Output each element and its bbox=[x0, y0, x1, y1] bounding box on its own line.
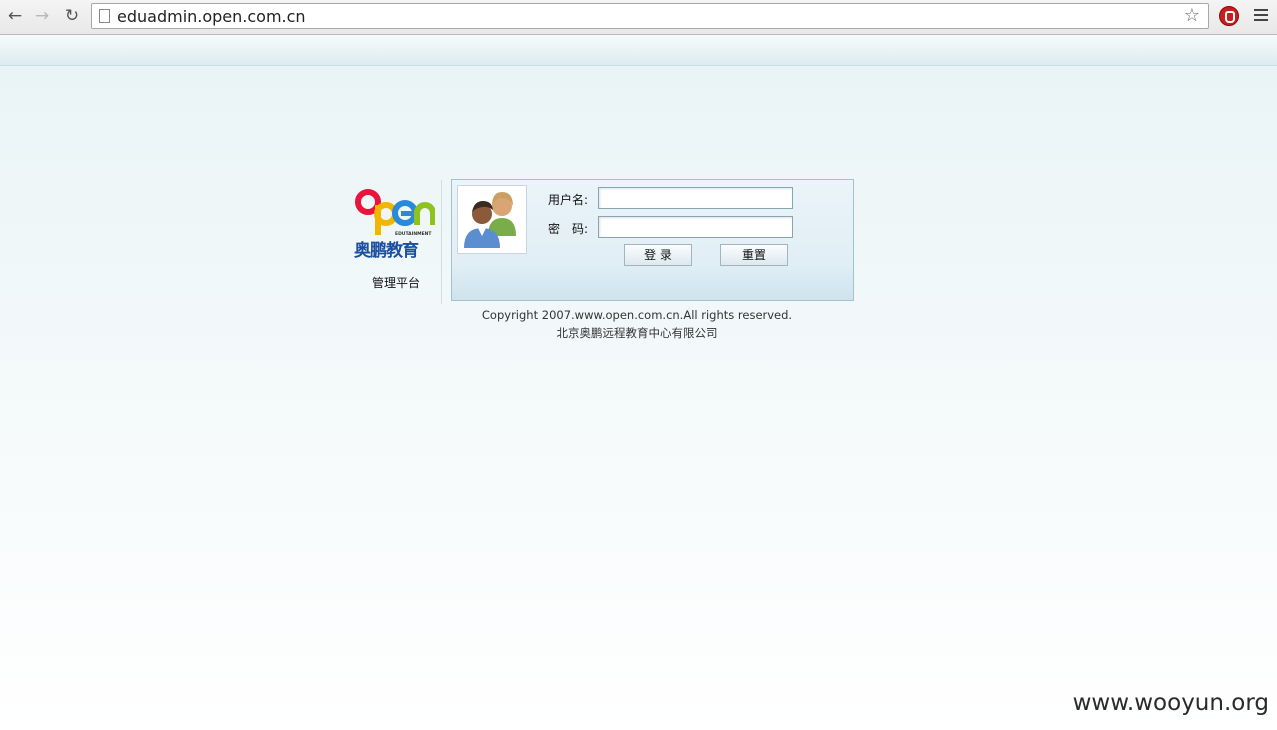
password-label: 密 码: bbox=[548, 222, 589, 236]
browser-toolbar: ← → ↻ eduadmin.open.com.cn ☆ bbox=[0, 0, 1277, 35]
username-input[interactable] bbox=[598, 187, 793, 209]
copyright-text: Copyright 2007.www.open.com.cn.All right… bbox=[481, 308, 793, 322]
watermark-text: www.wooyun.org bbox=[1072, 690, 1269, 716]
vertical-divider bbox=[441, 180, 442, 304]
footer: Copyright 2007.www.open.com.cn.All right… bbox=[451, 306, 823, 342]
login-button[interactable]: 登 录 bbox=[624, 244, 692, 266]
page-header-strip bbox=[0, 35, 1277, 66]
users-icon bbox=[464, 192, 516, 248]
reset-button[interactable]: 重置 bbox=[720, 244, 788, 266]
open-logo: EDUTAINMENT bbox=[355, 189, 435, 237]
back-button[interactable]: ← bbox=[4, 5, 26, 27]
address-bar[interactable]: eduadmin.open.com.cn ☆ bbox=[91, 3, 1209, 29]
users-avatar bbox=[457, 185, 527, 254]
logo-area: EDUTAINMENT 奥鹏教育 管理平台 bbox=[348, 182, 440, 302]
login-panel: 用户名: 密 码: 登 录 重置 bbox=[451, 179, 854, 301]
company-name: 北京奥鹏远程教育中心有限公司 bbox=[556, 326, 718, 340]
reload-button[interactable]: ↻ bbox=[61, 5, 83, 27]
menu-icon[interactable] bbox=[1254, 9, 1268, 24]
forward-button[interactable]: → bbox=[31, 5, 53, 27]
username-label: 用户名: bbox=[548, 193, 589, 207]
url-text[interactable]: eduadmin.open.com.cn bbox=[117, 7, 306, 26]
page-background bbox=[0, 66, 1277, 730]
page-icon bbox=[99, 9, 110, 23]
password-input[interactable] bbox=[598, 216, 793, 238]
brand-name-cn: 奥鹏教育 bbox=[354, 241, 419, 261]
bookmark-star-icon[interactable]: ☆ bbox=[1184, 5, 1200, 26]
adblock-extension-icon[interactable] bbox=[1219, 6, 1239, 26]
platform-label: 管理平台 bbox=[371, 276, 420, 290]
